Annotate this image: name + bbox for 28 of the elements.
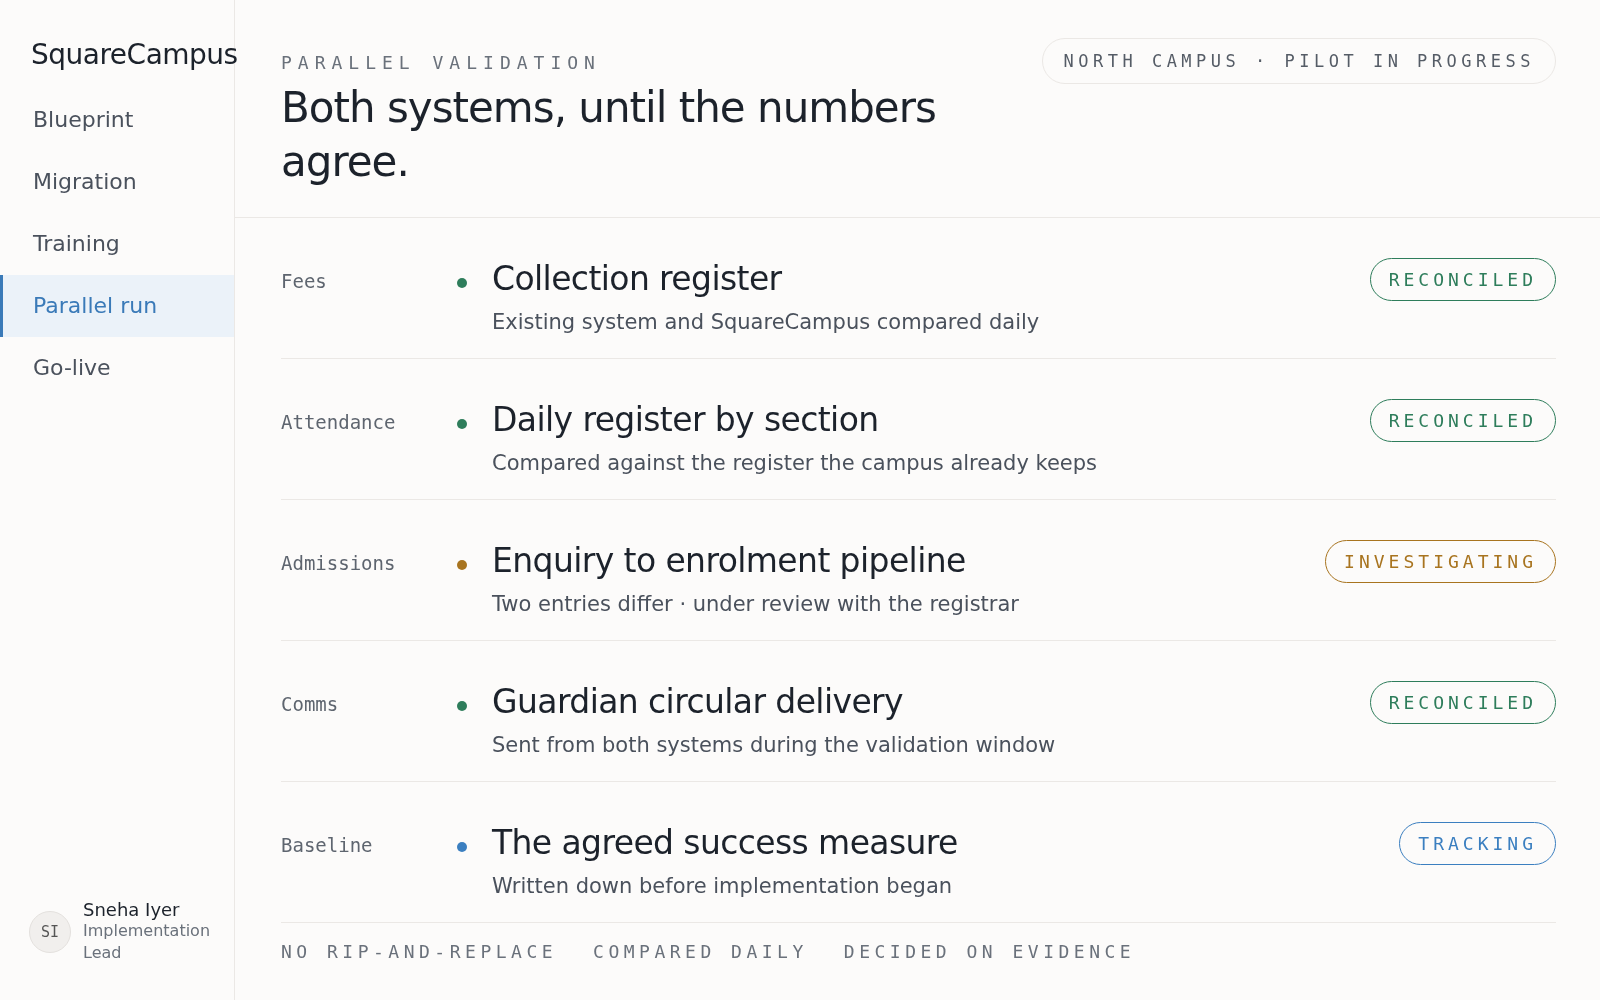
item-title: The agreed success measure: [492, 822, 959, 864]
principle-label: NO RIP-AND-REPLACE: [281, 941, 558, 962]
area-label: Comms: [281, 693, 340, 715]
user-name: Sneha Iyer: [83, 899, 181, 920]
item-title: Guardian circular delivery: [492, 681, 904, 723]
nav-item[interactable]: Migration: [0, 151, 234, 213]
nav-item[interactable]: Go-live: [0, 337, 234, 399]
item-detail: Sent from both systems during the validation window: [492, 733, 1057, 757]
item-detail: Written down before implementation began: [492, 874, 954, 898]
user-role: Implementation Lead: [83, 920, 212, 964]
nav-item[interactable]: Parallel run: [0, 275, 234, 337]
area-label: Attendance: [281, 411, 397, 433]
area-label: Admissions: [281, 552, 397, 574]
avatar: SI: [29, 911, 71, 953]
principle-label: COMPARED DAILY: [593, 941, 808, 962]
nav-item[interactable]: Blueprint: [0, 89, 234, 151]
item-detail: Two entries differ · under review with the registrar: [492, 592, 1020, 616]
item-detail: Compared against the register the campus already keeps: [492, 451, 1098, 475]
area-label: Fees: [281, 270, 328, 292]
item-title: Collection register: [492, 258, 783, 300]
item-title: Enquiry to enrolment pipeline: [492, 540, 967, 582]
principle-label: DECIDED ON EVIDENCE: [843, 941, 1136, 962]
item-detail: Existing system and SquareCampus compared daily: [492, 310, 1041, 334]
area-label: Baseline: [281, 834, 374, 856]
nav-item[interactable]: Training: [0, 213, 234, 275]
page-title: Both systems, until the numbers agree.: [281, 82, 937, 188]
item-title: Daily register by section: [492, 399, 880, 441]
section-eyebrow: PARALLEL VALIDATION: [281, 52, 602, 73]
